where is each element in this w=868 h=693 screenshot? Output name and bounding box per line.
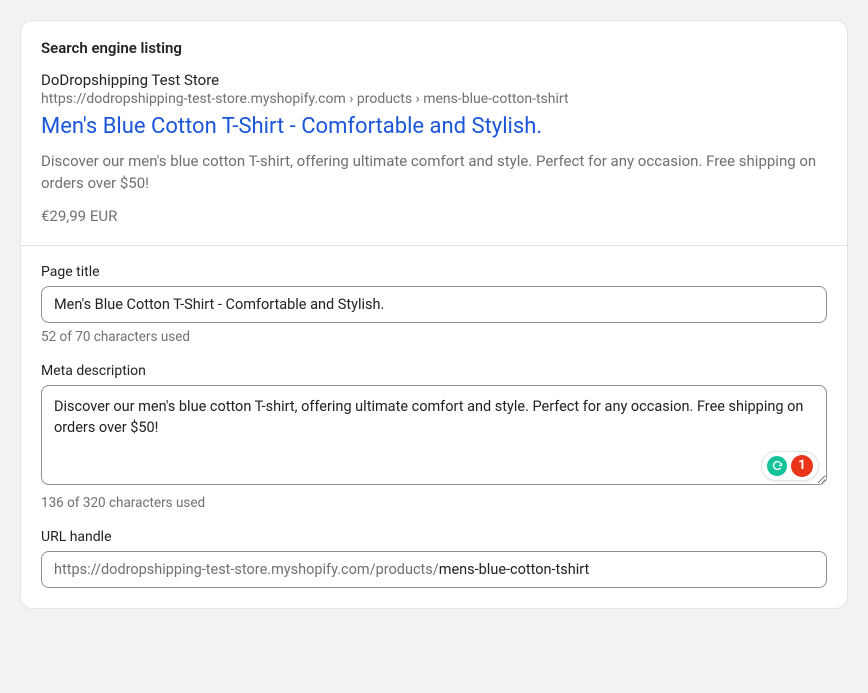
seo-card: Search engine listing DoDropshipping Tes… <box>20 20 848 609</box>
field-group-url-handle: URL handle https://dodropshipping-test-s… <box>41 529 827 588</box>
seo-form-section: Page title 52 of 70 characters used Meta… <box>21 246 847 608</box>
meta-description-wrapper: 1 <box>41 385 827 489</box>
grammarly-widget[interactable]: 1 <box>761 451 819 481</box>
meta-description-input[interactable] <box>41 385 827 485</box>
page-title-input[interactable] <box>41 286 827 323</box>
preview-title: Men's Blue Cotton T-Shirt - Comfortable … <box>41 113 827 142</box>
section-title: Search engine listing <box>41 39 827 57</box>
url-handle-input-wrapper[interactable]: https://dodropshipping-test-store.myshop… <box>41 551 827 588</box>
preview-store-name: DoDropshipping Test Store <box>41 71 827 89</box>
preview-description: Discover our men's blue cotton T-shirt, … <box>41 150 827 195</box>
meta-description-label: Meta description <box>41 363 827 379</box>
url-handle-prefix: https://dodropshipping-test-store.myshop… <box>54 561 439 578</box>
page-title-label: Page title <box>41 264 827 280</box>
url-handle-input[interactable] <box>439 561 814 578</box>
meta-description-counter: 136 of 320 characters used <box>41 495 827 511</box>
preview-price: €29,99 EUR <box>41 207 827 225</box>
field-group-meta-description: Meta description 1 136 of 320 characters… <box>41 363 827 511</box>
seo-preview-section: Search engine listing DoDropshipping Tes… <box>21 21 847 246</box>
url-handle-label: URL handle <box>41 529 827 545</box>
field-group-page-title: Page title 52 of 70 characters used <box>41 264 827 345</box>
grammarly-icon <box>767 456 787 476</box>
preview-breadcrumb: https://dodropshipping-test-store.myshop… <box>41 91 827 107</box>
grammarly-count-badge: 1 <box>791 455 813 477</box>
page-title-counter: 52 of 70 characters used <box>41 329 827 345</box>
